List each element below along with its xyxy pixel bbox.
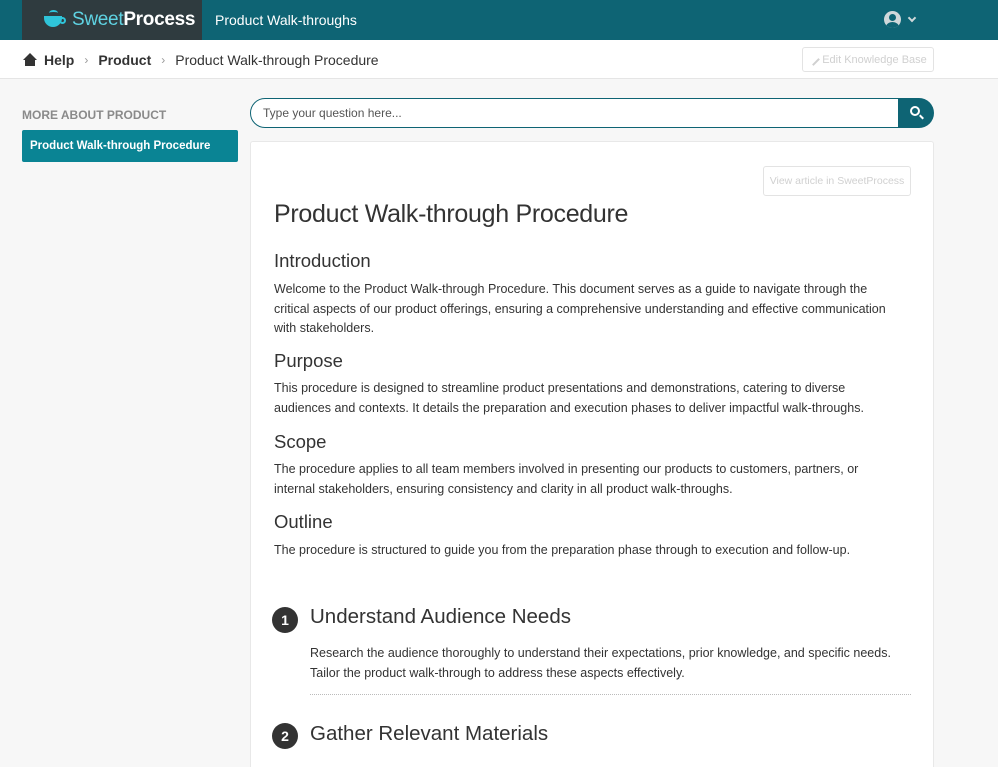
section-heading-purpose: Purpose [274, 350, 343, 371]
chevron-down-icon [907, 13, 917, 23]
breadcrumb: Help › Product › Product Walk-through Pr… [22, 52, 379, 68]
user-menu[interactable] [884, 11, 917, 28]
breadcrumb-help[interactable]: Help [44, 52, 74, 68]
sidebar-item-product-walk-through[interactable]: Product Walk-through Procedure [22, 130, 238, 162]
search-button[interactable] [898, 98, 934, 128]
article-card: View article in SweetProcess Product Wal… [250, 141, 934, 767]
edit-knowledge-base-button[interactable]: Edit Knowledge Base [802, 47, 934, 72]
search-icon [910, 106, 920, 116]
sweetprocess-logo[interactable]: SweetProcess [22, 0, 202, 40]
article-title: Product Walk-through Procedure [274, 200, 629, 228]
breadcrumb-product[interactable]: Product [98, 52, 151, 68]
step-title: Gather Relevant Materials [310, 722, 549, 745]
step-title: Understand Audience Needs [310, 605, 571, 628]
top-bar: SweetProcess Product Walk-throughs [0, 0, 998, 40]
step-number-badge: 1 [272, 607, 298, 633]
section-heading-outline: Outline [274, 511, 333, 532]
search-input[interactable] [250, 98, 900, 128]
chevron-right-icon: › [84, 53, 89, 67]
pencil-icon [807, 53, 821, 66]
section-heading-scope: Scope [274, 431, 327, 452]
app-title: Product Walk-throughs [215, 12, 357, 28]
step-divider [310, 694, 911, 695]
section-text-introduction: Welcome to the Product Walk-through Proc… [274, 282, 886, 335]
section-text-scope: The procedure applies to all team member… [274, 462, 859, 496]
section-heading-introduction: Introduction [274, 250, 371, 271]
sidebar-item-label: Product Walk-through Procedure [30, 140, 211, 152]
step-text: Research the audience thoroughly to unde… [310, 646, 891, 680]
coffee-cup-icon [44, 10, 68, 30]
section-text-purpose: This procedure is designed to streamline… [274, 381, 864, 415]
home-icon[interactable] [22, 53, 38, 67]
user-icon [884, 11, 901, 28]
view-in-sweetprocess-button[interactable]: View article in SweetProcess [763, 166, 911, 196]
breadcrumb-current: Product Walk-through Procedure [175, 52, 379, 68]
chevron-right-icon: › [161, 53, 166, 67]
search-bar [250, 98, 934, 128]
sidebar-title: MORE ABOUT PRODUCT [22, 108, 167, 122]
section-text-outline: The procedure is structured to guide you… [274, 543, 851, 557]
step-number-badge: 2 [272, 723, 298, 749]
edit-knowledge-base-label: Edit Knowledge Base [822, 53, 927, 66]
logo-text: SweetProcess [72, 9, 196, 30]
